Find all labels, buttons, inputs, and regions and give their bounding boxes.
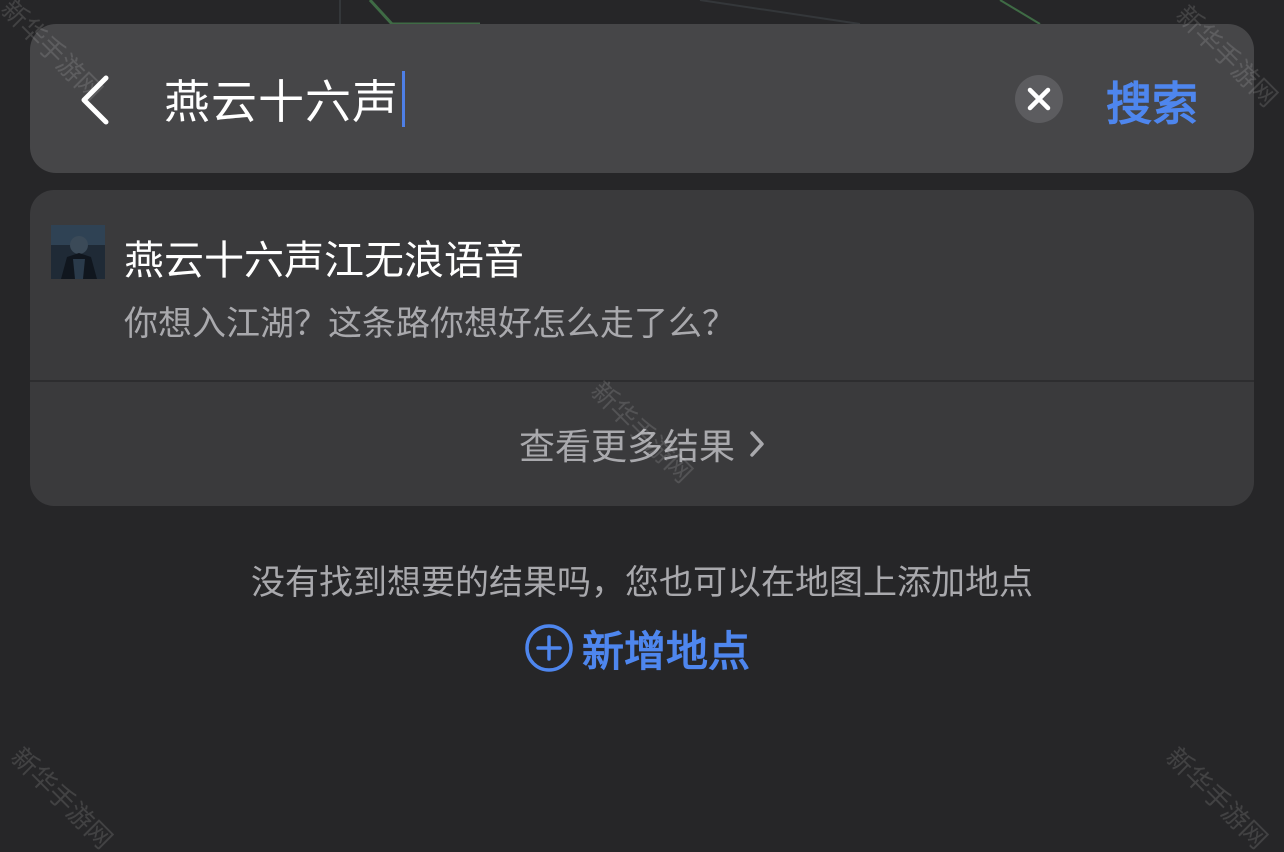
result-title: 燕云十六声江无浪语音 bbox=[124, 238, 524, 284]
plus-circle-icon bbox=[525, 624, 573, 672]
text-caret bbox=[402, 71, 405, 127]
search-button[interactable]: 搜索 bbox=[1106, 68, 1198, 134]
result-thumbnail bbox=[51, 225, 105, 279]
search-query: 燕云十六声 bbox=[164, 75, 399, 129]
watermark: 新华手游网 bbox=[4, 742, 118, 852]
add-place-label: 新增地点 bbox=[582, 626, 751, 676]
more-results-button[interactable]: 查看更多结果 bbox=[30, 382, 1254, 506]
add-place-button[interactable]: 新增地点 bbox=[524, 618, 750, 678]
more-results-label: 查看更多结果 bbox=[518, 427, 735, 468]
result-subtitle: 你想入江湖？这条路你想好怎么走了么？ bbox=[124, 304, 736, 344]
hint-text: 没有找到想要的结果吗，您也可以在地图上添加地点 bbox=[251, 563, 1033, 603]
close-icon bbox=[1027, 87, 1051, 111]
search-page: 燕云十六声 搜索 燕云十六声江无浪语音 你想入江湖？这条路你想好怎么走了么？ 查… bbox=[0, 0, 1284, 852]
chevron-left-icon bbox=[81, 75, 109, 125]
back-button[interactable] bbox=[70, 70, 120, 130]
clear-button[interactable] bbox=[1015, 75, 1063, 123]
watermark: 新华手游网 bbox=[1159, 742, 1273, 852]
chevron-right-icon bbox=[750, 431, 764, 457]
search-input[interactable]: 燕云十六声 bbox=[134, 64, 994, 134]
